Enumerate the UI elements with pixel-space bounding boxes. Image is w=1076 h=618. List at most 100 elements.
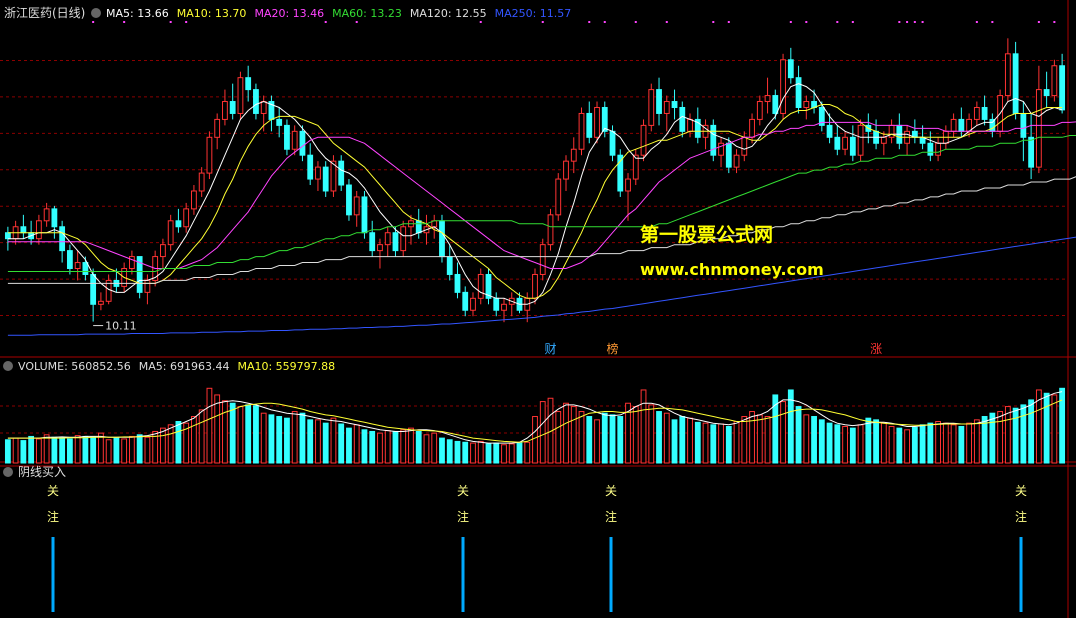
candle-body[interactable]: [191, 190, 197, 210]
volume-bar[interactable]: [105, 439, 112, 464]
event-marker[interactable]: 涨: [870, 341, 882, 356]
volume-bar[interactable]: [1004, 406, 1011, 464]
volume-bar[interactable]: [4, 439, 11, 464]
volume-bar[interactable]: [35, 438, 42, 464]
volume-bar[interactable]: [260, 412, 267, 464]
volume-bar[interactable]: [826, 422, 833, 464]
candle-body[interactable]: [1012, 53, 1019, 114]
volume-bar[interactable]: [741, 416, 748, 464]
volume-bar[interactable]: [787, 389, 794, 464]
candle-body[interactable]: [834, 136, 841, 150]
volume-bar[interactable]: [679, 416, 686, 464]
volume-bar[interactable]: [206, 387, 213, 464]
candle-body[interactable]: [935, 142, 941, 156]
candle-body[interactable]: [563, 160, 569, 180]
candle-body[interactable]: [59, 226, 66, 252]
candle-body[interactable]: [222, 101, 228, 120]
volume-bar[interactable]: [198, 409, 205, 464]
volume-bar[interactable]: [873, 419, 879, 464]
candle-body[interactable]: [927, 142, 934, 156]
stock-chart[interactable]: 14.8610.11财榜涨 关注关注关注关注 浙江医药(日线) MA5: 13.…: [0, 0, 1076, 618]
volume-bar[interactable]: [43, 434, 50, 464]
volume-bar[interactable]: [477, 440, 484, 464]
volume-bar[interactable]: [415, 430, 422, 464]
candle-body[interactable]: [400, 226, 407, 252]
candle-body[interactable]: [1035, 89, 1042, 168]
volume-bar[interactable]: [113, 437, 120, 464]
volume-bar[interactable]: [958, 425, 965, 464]
candle-body[interactable]: [51, 208, 58, 228]
candle-body[interactable]: [725, 142, 732, 168]
volume-bar[interactable]: [59, 437, 66, 464]
volume-bar[interactable]: [756, 414, 763, 464]
candle-body[interactable]: [20, 226, 27, 234]
volume-bar[interactable]: [749, 411, 755, 464]
volume-bar[interactable]: [454, 440, 461, 464]
candle-body[interactable]: [547, 214, 554, 246]
candle-body[interactable]: [640, 124, 647, 156]
volume-bar[interactable]: [74, 435, 81, 464]
volume-bar[interactable]: [369, 430, 376, 464]
candle-body[interactable]: [446, 256, 453, 275]
volume-bar[interactable]: [268, 414, 275, 464]
candle-body[interactable]: [555, 178, 562, 216]
candle-body[interactable]: [392, 232, 399, 252]
candle-body[interactable]: [857, 124, 864, 156]
volume-bar[interactable]: [997, 411, 1004, 464]
volume-bar[interactable]: [880, 422, 887, 464]
volume-bar[interactable]: [121, 438, 128, 464]
candle-body[interactable]: [532, 273, 538, 299]
candle-body[interactable]: [167, 220, 174, 246]
candle-body[interactable]: [764, 95, 771, 103]
volume-bar[interactable]: [849, 427, 856, 464]
candle-body[interactable]: [749, 118, 755, 138]
event-marker[interactable]: 榜: [607, 341, 619, 356]
candle-body[interactable]: [129, 256, 135, 270]
volume-bar[interactable]: [764, 416, 771, 464]
volume-bar[interactable]: [237, 406, 244, 464]
volume-bar[interactable]: [935, 421, 941, 464]
volume-bar[interactable]: [1043, 392, 1050, 464]
volume-bar[interactable]: [516, 442, 523, 464]
volume-bar[interactable]: [51, 436, 58, 464]
volume-bar[interactable]: [632, 406, 639, 464]
candle-body[interactable]: [772, 95, 779, 114]
candle-body[interactable]: [253, 89, 259, 114]
volume-bar[interactable]: [687, 417, 693, 464]
candle-body[interactable]: [570, 148, 577, 162]
candle-body[interactable]: [1059, 65, 1066, 111]
candle-body[interactable]: [214, 118, 221, 138]
candle-body[interactable]: [601, 106, 608, 132]
volume-bar[interactable]: [563, 402, 569, 464]
volume-bar[interactable]: [1020, 404, 1027, 464]
volume-bar[interactable]: [361, 429, 368, 464]
candle-body[interactable]: [346, 184, 352, 216]
volume-bar[interactable]: [136, 434, 143, 464]
volume-bar[interactable]: [28, 435, 35, 464]
candle-body[interactable]: [950, 118, 957, 132]
volume-bar[interactable]: [439, 437, 445, 464]
volume-bar[interactable]: [175, 421, 182, 464]
candle-body[interactable]: [756, 101, 763, 120]
signal-header-toggle-icon[interactable]: [3, 467, 13, 477]
volume-bar[interactable]: [229, 402, 236, 464]
candle-body[interactable]: [307, 154, 314, 180]
volume-bar[interactable]: [718, 423, 724, 464]
volume-bar[interactable]: [904, 429, 910, 464]
volume-bar[interactable]: [733, 421, 740, 464]
volume-bar[interactable]: [555, 411, 562, 464]
candle-body[interactable]: [973, 106, 980, 120]
volume-bar[interactable]: [462, 441, 469, 464]
candle-body[interactable]: [710, 124, 717, 156]
candle-body[interactable]: [237, 77, 244, 114]
volume-bar[interactable]: [896, 427, 903, 464]
volume-bar[interactable]: [1059, 387, 1066, 464]
candle-body[interactable]: [291, 130, 298, 150]
volume-bar[interactable]: [818, 419, 825, 464]
volume-bar[interactable]: [214, 394, 221, 464]
volume-bar[interactable]: [315, 419, 321, 464]
volume-bar[interactable]: [66, 438, 73, 464]
volume-bar[interactable]: [601, 412, 608, 464]
price-header-toggle-icon[interactable]: [91, 8, 101, 18]
candle-body[interactable]: [315, 166, 321, 180]
